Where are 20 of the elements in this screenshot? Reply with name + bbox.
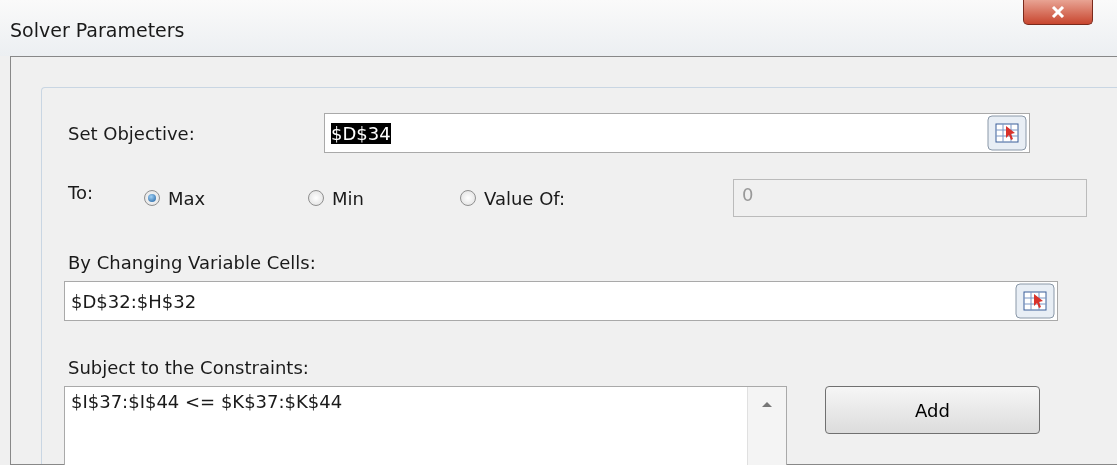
variable-cells-field[interactable]: $D$32:$H$32	[64, 281, 1058, 321]
window-title: Solver Parameters	[10, 19, 185, 41]
field-label: Set Objective:	[68, 122, 196, 144]
field-label: By Changing Variable Cells:	[68, 252, 317, 273]
radio-button[interactable]	[144, 190, 160, 206]
radio-button[interactable]	[460, 190, 476, 206]
radio-label[interactable]: Min	[332, 187, 364, 209]
radio-button[interactable]	[308, 190, 324, 206]
objective-field[interactable]: $D$34	[324, 113, 1030, 153]
add-button[interactable]: Add	[825, 386, 1040, 434]
field-label: Subject to the Constraints:	[68, 357, 310, 378]
range-picker-icon[interactable]	[1015, 283, 1055, 319]
constraint-item[interactable]: $I$37:$I$44 <= $K$37:$K$44	[71, 391, 343, 412]
field-label: To:	[68, 181, 94, 203]
radio-label[interactable]: Max	[168, 187, 206, 209]
close-button[interactable]	[1023, 0, 1093, 25]
radio-label[interactable]: Value Of:	[484, 187, 566, 209]
range-picker-icon[interactable]	[987, 115, 1027, 151]
scroll-up-icon[interactable]	[761, 401, 773, 408]
close-icon[interactable]	[1051, 6, 1065, 18]
